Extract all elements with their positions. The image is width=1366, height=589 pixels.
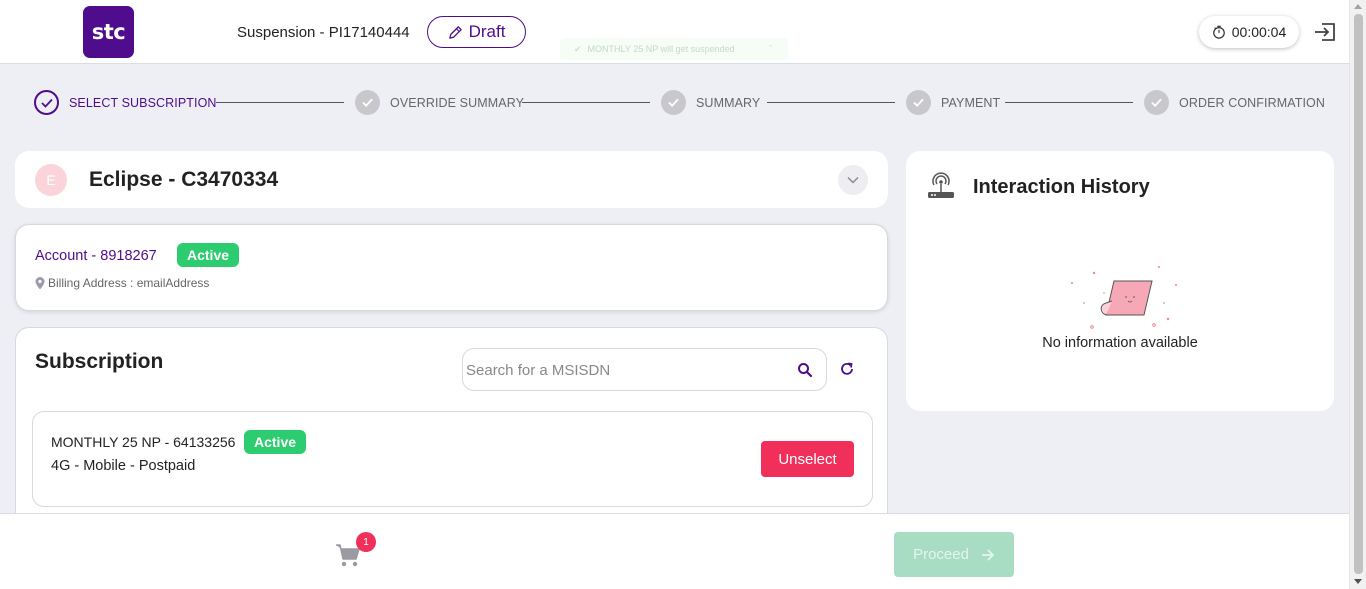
billing-text: Billing Address : emailAddress: [48, 276, 210, 290]
expand-button[interactable]: [838, 165, 868, 195]
page-title: Suspension - PI17140444: [237, 24, 410, 41]
status-badge: Active: [244, 430, 307, 454]
empty-state-text: No information available: [1042, 335, 1198, 351]
account-card: Account - 8918267 Active Billing Address…: [15, 224, 888, 311]
account-number: Account - 8918267: [35, 248, 157, 264]
step-summary[interactable]: SUMMARY: [661, 90, 760, 115]
session-timer: 00:00:04: [1199, 16, 1299, 48]
top-header: stc Suspension - PI17140444 Draft ✔ MONT…: [0, 0, 1349, 64]
chevron-down-icon: [847, 177, 859, 184]
logout-icon[interactable]: [1313, 21, 1337, 43]
subscription-title: Subscription: [35, 350, 164, 373]
page-scrollbar[interactable]: [1349, 0, 1366, 589]
step-override-summary[interactable]: OVERRIDE SUMMARY: [355, 90, 524, 115]
arrow-right-icon: [981, 548, 995, 561]
step-connector: [767, 102, 895, 103]
step-connector: [216, 102, 344, 103]
toast-notification: ✔ MONTHLY 25 NP will get suspended ˆ: [560, 38, 788, 60]
msisdn-search-input[interactable]: [466, 359, 786, 381]
proceed-label: Proceed: [913, 546, 969, 563]
scroll-up-icon[interactable]: [1354, 4, 1362, 9]
check-circle-icon: [661, 90, 686, 115]
billing-address: Billing Address : emailAddress: [35, 276, 209, 290]
customer-name: Eclipse - C3470334: [89, 168, 279, 191]
step-connector: [522, 102, 650, 103]
subscription-card: Subscription MONTHLY 25 NP - 64133256 Ac…: [15, 327, 888, 527]
step-label: PAYMENT: [941, 95, 1001, 110]
stc-logo: stc: [83, 6, 134, 58]
step-order-confirmation[interactable]: ORDER CONFIRMATION: [1144, 90, 1325, 115]
toast-text: MONTHLY 25 NP will get suspended: [587, 44, 735, 54]
step-select-subscription[interactable]: SELECT SUBSCRIPTION: [34, 90, 217, 115]
check-circle-icon: [355, 90, 380, 115]
check-circle-icon: [34, 90, 59, 115]
subscription-item[interactable]: MONTHLY 25 NP - 64133256 Active 4G - Mob…: [32, 411, 873, 507]
step-connector: [1005, 102, 1133, 103]
step-label: ORDER CONFIRMATION: [1179, 95, 1326, 110]
step-label: SUMMARY: [696, 95, 761, 110]
cart-count-badge: 1: [356, 532, 376, 552]
timer-value: 00:00:04: [1231, 24, 1287, 40]
scroll-thumb[interactable]: [1354, 14, 1363, 574]
refresh-icon[interactable]: [839, 361, 855, 377]
step-label: OVERRIDE SUMMARY: [390, 95, 525, 110]
check-icon: ✔: [574, 43, 582, 54]
search-icon[interactable]: [797, 362, 813, 378]
customer-card: E Eclipse - C3470334: [15, 151, 888, 208]
draft-button[interactable]: Draft: [427, 16, 526, 48]
check-circle-icon: [1144, 90, 1169, 115]
router-icon: [928, 172, 954, 198]
proceed-button[interactable]: Proceed: [894, 532, 1014, 577]
chevron-up-icon[interactable]: ˆ: [769, 44, 772, 54]
draft-label: Draft: [468, 22, 506, 41]
msisdn-search-box: [462, 348, 827, 391]
scroll-down-icon[interactable]: [1354, 579, 1362, 584]
stopwatch-icon: [1212, 25, 1225, 39]
interaction-history-card: Interaction History No information avail…: [906, 151, 1334, 411]
step-payment[interactable]: PAYMENT: [906, 90, 1000, 115]
empty-state-illustration: [1071, 266, 1177, 329]
interaction-history-title: Interaction History: [973, 176, 1150, 198]
status-badge: Active: [177, 243, 240, 267]
pencil-icon: [448, 25, 462, 39]
unselect-button[interactable]: Unselect: [761, 441, 854, 477]
subscription-type: 4G - Mobile - Postpaid: [51, 458, 196, 474]
subscription-name: MONTHLY 25 NP - 64133256: [51, 434, 236, 450]
location-pin-icon: [35, 276, 45, 289]
step-label: SELECT SUBSCRIPTION: [69, 95, 217, 110]
footer-bar: 1 Proceed: [0, 513, 1349, 589]
avatar: E: [35, 164, 67, 196]
check-circle-icon: [906, 90, 931, 115]
